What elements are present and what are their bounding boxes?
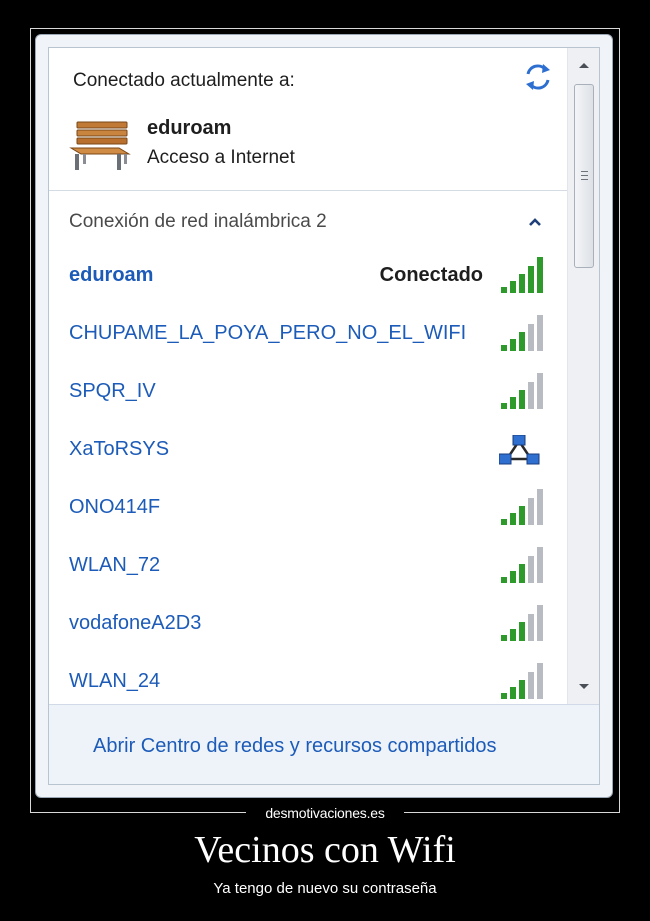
signal-bar: [501, 519, 507, 525]
network-flyout: Conectado actualmente a: eduroam Acceso …: [35, 34, 613, 798]
current-connection-heading: Conectado actualmente a:: [73, 70, 295, 91]
signal-bar: [537, 605, 543, 641]
scroll-up-arrow-icon[interactable]: [568, 54, 600, 76]
signal-bar: [510, 339, 516, 351]
poster-subtitle: Ya tengo de nuevo su contraseña: [213, 880, 437, 897]
wifi-signal-icon: [501, 257, 543, 293]
signal-bar: [510, 513, 516, 525]
signal-bar: [519, 274, 525, 293]
network-state: Conectado: [379, 264, 483, 286]
signal-bar: [537, 663, 543, 699]
signal-bar: [519, 680, 525, 699]
signal-bar: [510, 629, 516, 641]
signal-bar: [519, 390, 525, 409]
network-item[interactable]: WLAN_24: [49, 659, 567, 704]
watermark: desmotivaciones.es: [246, 805, 404, 823]
signal-bar: [501, 693, 507, 699]
wifi-signal-icon: [501, 373, 543, 409]
watermark-text: desmotivaciones.es: [265, 805, 385, 821]
signal-bar: [528, 556, 534, 583]
wifi-signal-icon: [501, 605, 543, 641]
signal-bar: [528, 614, 534, 641]
network-list-viewport: Conectado actualmente a: eduroam Acceso …: [49, 48, 567, 704]
signal-bar: [528, 382, 534, 409]
network-name: ONO414F: [69, 496, 161, 518]
scroll-thumb[interactable]: [574, 84, 594, 268]
network-list: eduroam Conectado CHUPAME_LA_POYA_PERO_NO_…: [49, 253, 567, 704]
signal-bar: [537, 373, 543, 409]
wifi-signal-icon: [501, 315, 543, 351]
network-item[interactable]: SPQR_IV: [49, 369, 567, 427]
signal-bar: [510, 571, 516, 583]
signal-bar: [528, 672, 534, 699]
open-network-center-link[interactable]: Abrir Centro de redes y recursos compart…: [93, 735, 497, 758]
network-item[interactable]: XaToRSYS: [49, 427, 567, 485]
signal-bar: [519, 622, 525, 641]
poster-title: Vecinos con Wifi: [194, 829, 456, 871]
wifi-signal-icon: [501, 547, 543, 583]
signal-bar: [537, 315, 543, 351]
signal-bar: [501, 577, 507, 583]
adhoc-network-icon: [499, 435, 540, 465]
footer-bar: Abrir Centro de redes y recursos compart…: [49, 704, 599, 784]
scroll-down-arrow-icon[interactable]: [568, 676, 600, 698]
network-item[interactable]: ONO414F: [49, 485, 567, 543]
signal-bar: [528, 266, 534, 293]
signal-bar: [519, 564, 525, 583]
signal-bar: [501, 287, 507, 293]
scrollbar[interactable]: [567, 48, 600, 704]
network-item[interactable]: CHUPAME_LA_POYA_PERO_NO_EL_WIFI: [49, 311, 567, 369]
wifi-signal-icon: [501, 663, 543, 699]
divider: [49, 190, 567, 191]
wifi-signal-icon: [501, 489, 543, 525]
network-flyout-body: Conectado actualmente a: eduroam Acceso …: [48, 47, 600, 785]
network-name: SPQR_IV: [69, 380, 156, 402]
network-item[interactable]: eduroam Conectado: [49, 253, 567, 311]
signal-bar: [537, 257, 543, 293]
signal-bar: [510, 281, 516, 293]
network-name: vodafoneA2D3: [69, 612, 202, 634]
signal-bar: [510, 687, 516, 699]
signal-bar: [537, 547, 543, 583]
signal-bar: [528, 324, 534, 351]
network-item[interactable]: vodafoneA2D3: [49, 601, 567, 659]
signal-bar: [519, 332, 525, 351]
chevron-up-icon[interactable]: [525, 212, 545, 232]
network-name: CHUPAME_LA_POYA_PERO_NO_EL_WIFI: [69, 322, 467, 344]
signal-bar: [501, 635, 507, 641]
signal-bar: [528, 498, 534, 525]
signal-bar: [510, 397, 516, 409]
signal-bar: [519, 506, 525, 525]
current-network-status: Acceso a Internet: [147, 147, 295, 168]
network-item[interactable]: WLAN_72: [49, 543, 567, 601]
signal-bar: [501, 345, 507, 351]
network-name: eduroam: [69, 264, 154, 286]
current-network-name: eduroam: [147, 117, 232, 139]
wireless-section-title[interactable]: Conexión de red inalámbrica 2: [69, 211, 327, 233]
network-name: WLAN_72: [69, 554, 161, 576]
public-network-bench-icon: [69, 121, 131, 170]
network-name: WLAN_24: [69, 670, 161, 692]
network-name: XaToRSYS: [69, 438, 170, 460]
refresh-icon[interactable]: [523, 62, 553, 92]
grip-icon: [581, 171, 588, 180]
signal-bar: [501, 403, 507, 409]
signal-bar: [537, 489, 543, 525]
